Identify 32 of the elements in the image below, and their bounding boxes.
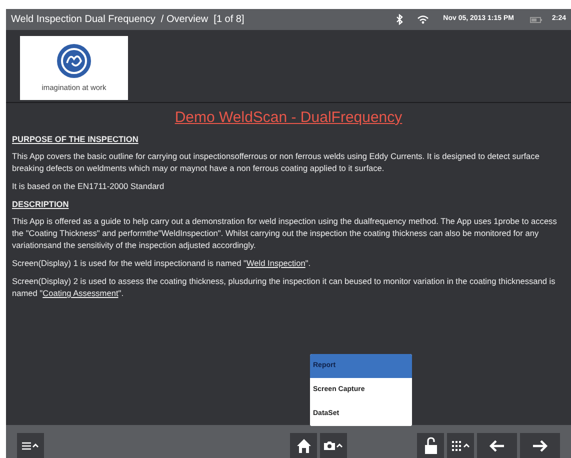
caret-up-icon (32, 443, 39, 448)
paragraph: Screen(Display) 1 is used for the weld inspectionand is named "Weld Inspection". (12, 257, 312, 269)
menu-icon (22, 442, 31, 450)
unlocked-padlock-icon (424, 437, 436, 454)
section-heading: PURPOSE OF THE INSPECTION (12, 134, 138, 144)
paragraph: Screen(Display) 2 is used to assess the coating thickness, plusduring the inspection it can beused to monitor variation in the coating thicknessand is named "Coating Assessment". (12, 275, 556, 299)
paragraph: This App is offered as a guide to help carry out a demonstration for weld inspection using the dualfrequency method. The App uses 1probe to access the "Coating Thickness" and performthe"WeldInspection". Whilst carrying out the inspection the coating thickness can also be monitored for any variationsand the sensitivity of the inspection adjusted accordingly. (12, 215, 558, 251)
menu-button[interactable] (17, 433, 44, 458)
window-title: Weld Inspection Dual Frequency / Overview [1 of 8] (11, 13, 244, 27)
paragraph: This App covers the basic outline for carrying out inspectionsofferrous or non ferrous welds using Eddy Currents. It is designed to detect surface breaking defects on weldments which may or maynot have a non ferrous coating applied to it surface. (12, 150, 540, 174)
screen-link[interactable]: Weld Inspection (246, 258, 306, 268)
paragraph: It is based on the EN1711-2000 Standard (12, 180, 166, 192)
battery-icon (530, 16, 542, 22)
lock-button[interactable] (417, 433, 444, 458)
caret-up-icon (462, 443, 470, 448)
camera-icon (324, 441, 335, 450)
wifi-icon (417, 15, 430, 24)
forward-button[interactable] (520, 433, 560, 458)
bluetooth-icon (396, 14, 404, 25)
grid-icon (452, 440, 462, 450)
home-button[interactable] (290, 433, 317, 458)
back-button[interactable] (477, 433, 517, 458)
logo-icon (56, 42, 92, 79)
page-heading: Demo WeldScan - DualFrequency (174, 109, 402, 127)
home-icon (296, 438, 312, 453)
camera-button[interactable] (320, 433, 347, 458)
caret-up-icon (336, 443, 343, 448)
grid-button[interactable] (447, 433, 474, 458)
section-heading: DESCRIPTION (12, 199, 69, 209)
right-arrow-icon (532, 440, 548, 452)
screen-link[interactable]: Coating Assessment (42, 288, 118, 298)
left-arrow-icon (489, 440, 505, 452)
